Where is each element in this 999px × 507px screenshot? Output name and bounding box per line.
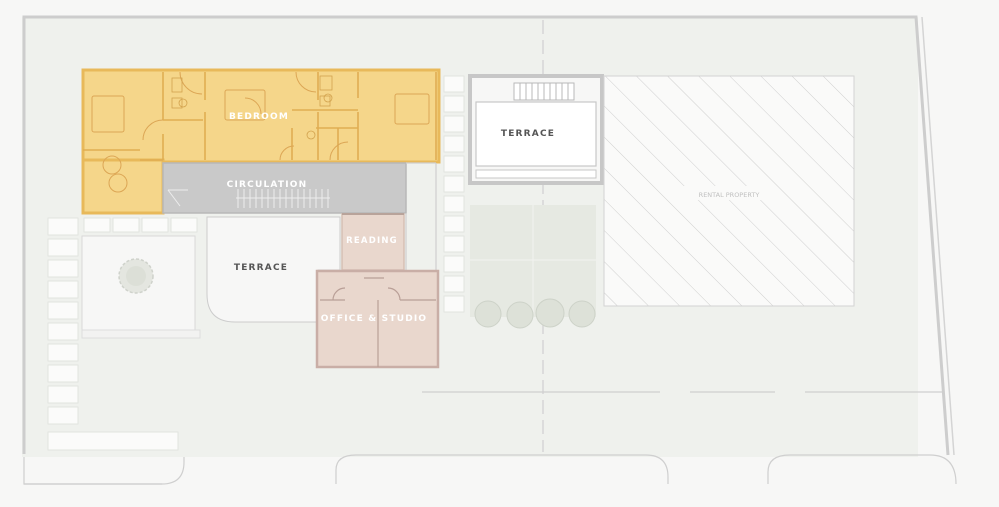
reading-label: READING (346, 236, 398, 246)
stair-icon (513, 82, 575, 101)
terrace-left-label: TERRACE (234, 263, 288, 273)
office-studio-zone: OFFICE & STUDIO (315, 269, 440, 369)
terrace-right-label: TERRACE (501, 129, 555, 139)
bedroom-label: BEDROOM (229, 112, 289, 122)
floor-plan: TERRACE BEDROOM CIRCULATION READING OFFI… (22, 15, 957, 485)
reading-zone: READING (341, 213, 405, 271)
office-studio-label: OFFICE & STUDIO (321, 314, 428, 324)
garden (470, 205, 596, 329)
tree-icon (118, 258, 154, 294)
rental-property: RENTAL PROPERTY (603, 75, 855, 307)
terrace-right: TERRACE (468, 74, 604, 185)
courtyard (81, 235, 201, 339)
circulation-zone: CIRCULATION (162, 162, 407, 214)
rental-property-label: RENTAL PROPERTY (699, 191, 760, 199)
circulation-label: CIRCULATION (227, 180, 308, 190)
